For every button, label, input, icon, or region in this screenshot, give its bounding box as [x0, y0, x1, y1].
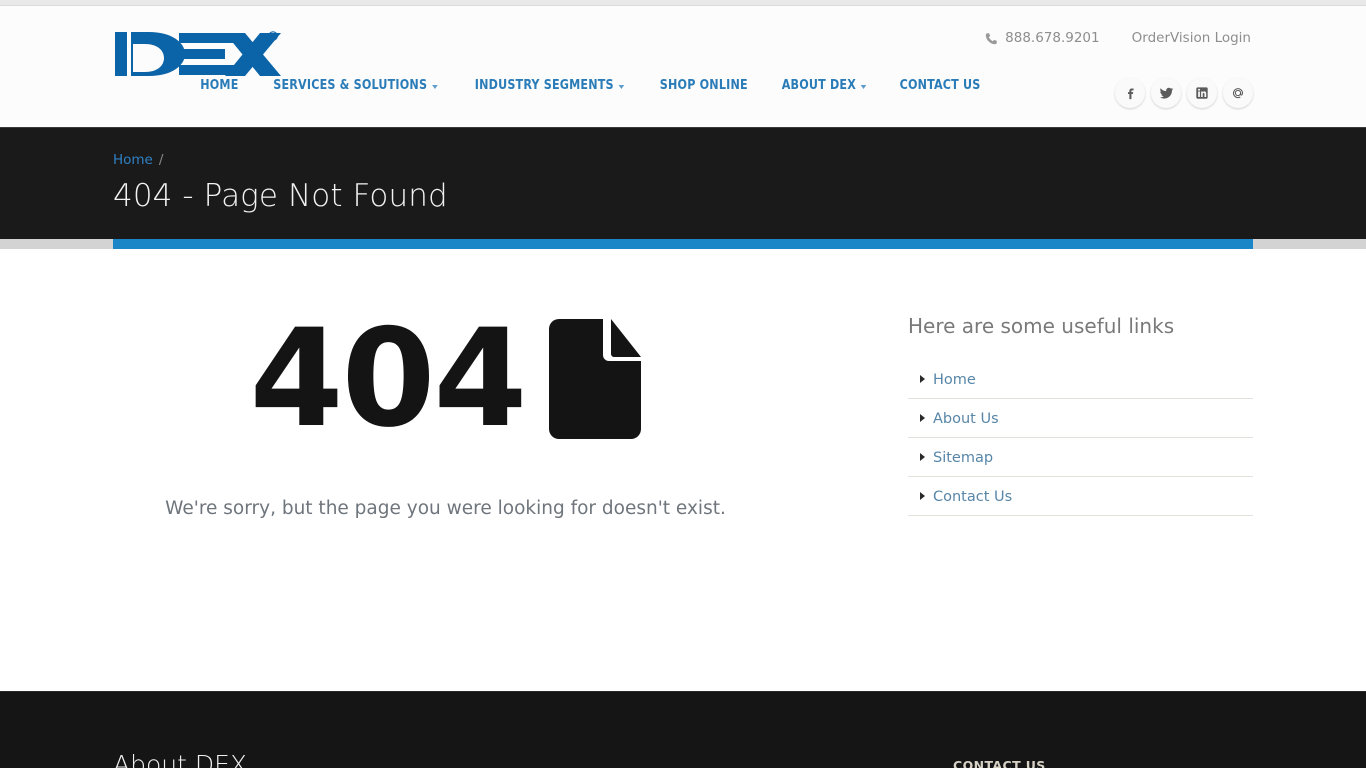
page-title: 404 - Page Not Found: [113, 178, 448, 214]
chevron-down-icon: [618, 84, 625, 89]
error-message: We're sorry, but the page you were looki…: [165, 498, 726, 519]
linkedin-icon[interactable]: [1187, 78, 1217, 108]
utility-bar: 888.678.9201 OrderVision Login: [985, 30, 1251, 46]
error-code: 404: [249, 300, 528, 457]
accent-bar-strip: [0, 239, 1366, 249]
useful-links-panel: Here are some useful links Home About Us…: [778, 311, 1253, 519]
nav-item-home[interactable]: HOME: [187, 78, 252, 93]
nav-label: HOME: [200, 78, 239, 93]
header-phone-number: 888.678.9201: [1005, 30, 1100, 46]
triangle-bullet-icon: [920, 375, 925, 383]
document-icon: [541, 318, 642, 439]
triangle-bullet-icon: [920, 453, 925, 461]
twitter-icon[interactable]: [1151, 78, 1181, 108]
footer-about-heading: About DEX: [113, 750, 248, 768]
error-column: 404 We're sorry, but the page you were l…: [113, 311, 778, 519]
nav-label: INDUSTRY SEGMENTS: [475, 78, 615, 93]
chevron-down-icon: [860, 84, 867, 89]
error-graphic: 404: [113, 311, 778, 446]
facebook-icon[interactable]: [1115, 78, 1145, 108]
nav-item-services-solutions[interactable]: SERVICES & SOLUTIONS: [260, 78, 451, 93]
list-item[interactable]: Sitemap: [908, 438, 1253, 477]
chevron-down-icon: [431, 84, 438, 89]
accent-bar: [113, 239, 1253, 249]
main-navigation: HOME SERVICES & SOLUTIONS INDUSTRY SEGME…: [185, 78, 997, 93]
list-item[interactable]: Home: [908, 360, 1253, 399]
breadcrumb-home-link[interactable]: Home: [113, 152, 153, 168]
link-contact-us[interactable]: Contact Us: [933, 489, 1012, 505]
page-title-band: Home / 404 - Page Not Found: [0, 127, 1366, 239]
site-header: R 888.678.9201 OrderVision Login HOME SE…: [0, 6, 1366, 127]
nav-label: SERVICES & SOLUTIONS: [272, 78, 427, 93]
email-icon[interactable]: [1223, 78, 1253, 108]
link-sitemap[interactable]: Sitemap: [933, 450, 993, 466]
list-item[interactable]: About Us: [908, 399, 1253, 438]
dex-logo[interactable]: R: [113, 24, 288, 84]
nav-item-shop-online[interactable]: SHOP ONLINE: [647, 78, 761, 93]
nav-item-about-dex[interactable]: ABOUT DEX: [768, 78, 879, 93]
svg-text:R: R: [271, 34, 275, 41]
header-phone[interactable]: 888.678.9201: [985, 30, 1100, 46]
triangle-bullet-icon: [920, 414, 925, 422]
breadcrumb: Home /: [113, 152, 1253, 168]
nav-item-industry-segments[interactable]: INDUSTRY SEGMENTS: [462, 78, 638, 93]
dex-logo-icon: R: [115, 31, 281, 76]
social-links: [1115, 78, 1253, 108]
triangle-bullet-icon: [920, 492, 925, 500]
nav-item-contact-us[interactable]: CONTACT US: [886, 78, 993, 93]
footer-contact-column: CONTACT US (888) 678-9201: [953, 750, 1253, 768]
list-item[interactable]: Contact Us: [908, 477, 1253, 516]
main-content: 404 We're sorry, but the page you were l…: [0, 249, 1366, 691]
nav-label: SHOP ONLINE: [660, 78, 749, 93]
footer-contact-heading: CONTACT US: [953, 758, 1046, 768]
ordervision-login-link[interactable]: OrderVision Login: [1132, 30, 1251, 46]
nav-label: ABOUT DEX: [781, 78, 856, 93]
nav-label: CONTACT US: [899, 78, 981, 93]
useful-links-title: Here are some useful links: [908, 314, 1175, 338]
breadcrumb-separator: /: [158, 152, 164, 168]
link-home[interactable]: Home: [933, 372, 976, 388]
link-about-us[interactable]: About Us: [933, 411, 999, 427]
site-footer: About DEX CONTACT US (888) 678-9201: [0, 691, 1366, 768]
phone-icon: [985, 32, 998, 45]
